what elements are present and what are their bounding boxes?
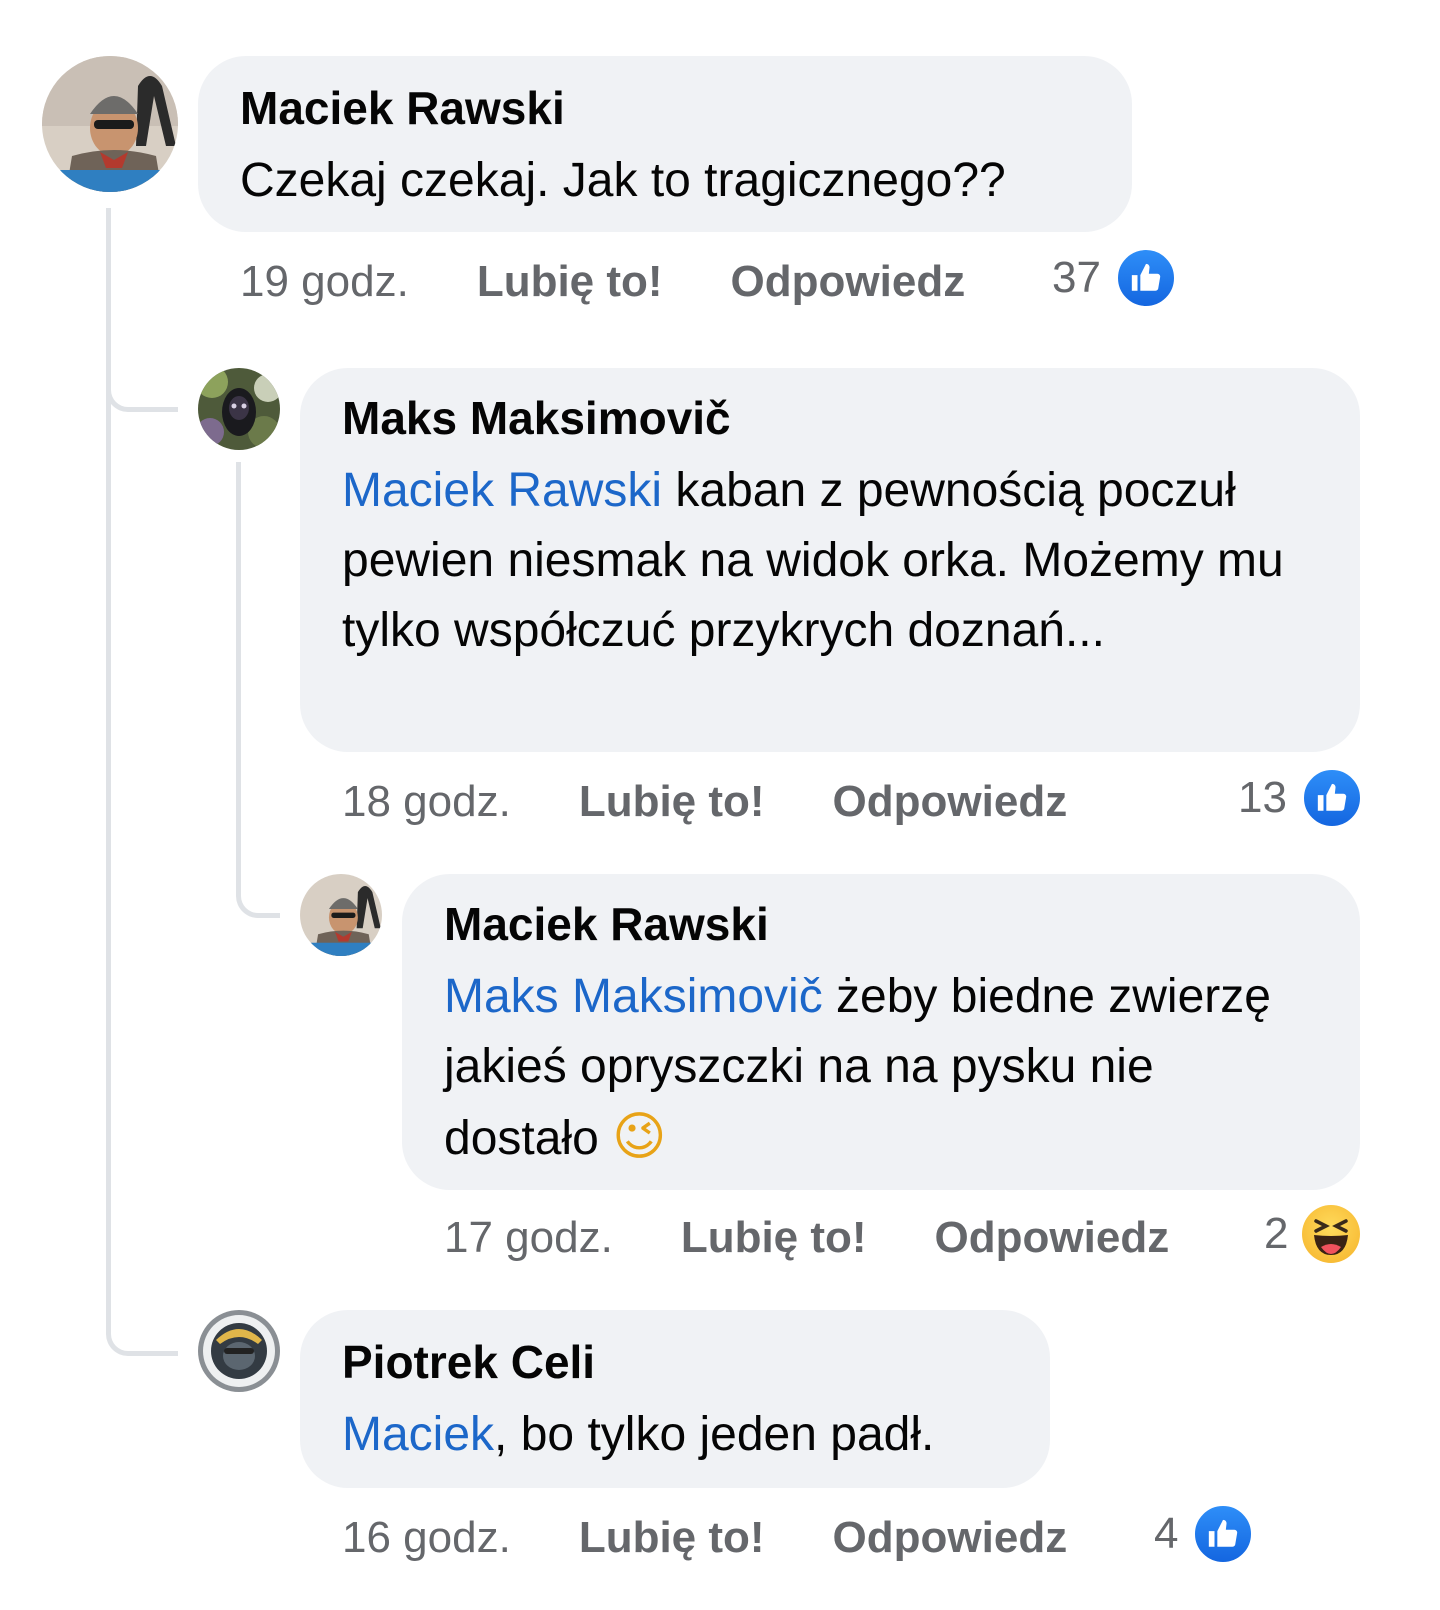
like-icon (1192, 1503, 1255, 1565)
reaction-summary[interactable]: 13 (1238, 767, 1363, 829)
avatar[interactable] (198, 368, 280, 450)
reply-button[interactable]: Odpowiedz (731, 257, 966, 307)
comment-author[interactable]: Maciek Rawski (240, 82, 1090, 134)
haha-icon (1302, 1205, 1361, 1263)
thread-connector-1 (106, 360, 178, 412)
like-icon (1300, 767, 1363, 829)
like-icon (1114, 247, 1177, 309)
thread-connector-3 (106, 1300, 178, 1356)
like-button[interactable]: Lubię to! (681, 1213, 867, 1263)
reaction-count: 37 (1052, 253, 1101, 302)
comment-actions: 17 godz. Lubię to! Odpowiedz (444, 1208, 1169, 1268)
thread-connector-2 (236, 860, 280, 918)
comment-time[interactable]: 17 godz. (444, 1213, 613, 1263)
comment-time[interactable]: 18 godz. (342, 777, 511, 827)
comment-text: Maks Maksimovič żeby biedne zwierzę jaki… (444, 970, 1271, 1166)
comment-text: Maciek Rawski kaban z pewnością poczuł p… (342, 464, 1284, 657)
avatar[interactable] (42, 56, 178, 192)
comment-bubble[interactable]: Maks Maksimovič Maciek Rawski kaban z pe… (300, 368, 1360, 752)
avatar[interactable] (198, 1310, 280, 1392)
reaction-count: 13 (1238, 773, 1287, 822)
comment-actions: 18 godz. Lubię to! Odpowiedz (342, 772, 1067, 832)
reply-button[interactable]: Odpowiedz (935, 1213, 1170, 1263)
comment-author[interactable]: Maks Maksimovič (342, 392, 1318, 444)
comment-time[interactable]: 19 godz. (240, 257, 409, 307)
like-button[interactable]: Lubię to! (579, 777, 765, 827)
reaction-summary[interactable]: 37 (1052, 247, 1177, 309)
comment-bubble[interactable]: Piotrek Celi Maciek, bo tylko jeden padł… (300, 1310, 1050, 1488)
comment-actions: 16 godz. Lubię to! Odpowiedz (342, 1508, 1067, 1568)
mention-link[interactable]: Maciek (342, 1408, 494, 1461)
comment-text: Maciek, bo tylko jeden padł. (342, 1408, 935, 1461)
mention-link[interactable]: Maks Maksimovič (444, 970, 823, 1023)
reaction-summary[interactable]: 4 (1154, 1503, 1255, 1565)
wink-emoji: 😉 (612, 1108, 667, 1166)
comment-author[interactable]: Maciek Rawski (444, 898, 1318, 950)
comment-bubble[interactable]: Maciek Rawski Maks Maksimovič żeby biedn… (402, 874, 1360, 1190)
mention-link[interactable]: Maciek Rawski (342, 464, 662, 517)
comment-actions: 19 godz. Lubię to! Odpowiedz (240, 252, 965, 312)
reply-button[interactable]: Odpowiedz (833, 777, 1068, 827)
comment-author[interactable]: Piotrek Celi (342, 1336, 1008, 1388)
reply-button[interactable]: Odpowiedz (833, 1513, 1068, 1563)
avatar[interactable] (300, 874, 382, 956)
comment-bubble[interactable]: Maciek Rawski Czekaj czekaj. Jak to trag… (198, 56, 1132, 232)
comment-time[interactable]: 16 godz. (342, 1513, 511, 1563)
like-button[interactable]: Lubię to! (477, 257, 663, 307)
reaction-count: 2 (1264, 1209, 1289, 1258)
reaction-count: 4 (1154, 1509, 1179, 1558)
comment-text: Czekaj czekaj. Jak to tragicznego?? (240, 154, 1006, 207)
thread-line-sub (236, 462, 241, 882)
reaction-summary[interactable]: 2 (1264, 1204, 1361, 1264)
like-button[interactable]: Lubię to! (579, 1513, 765, 1563)
